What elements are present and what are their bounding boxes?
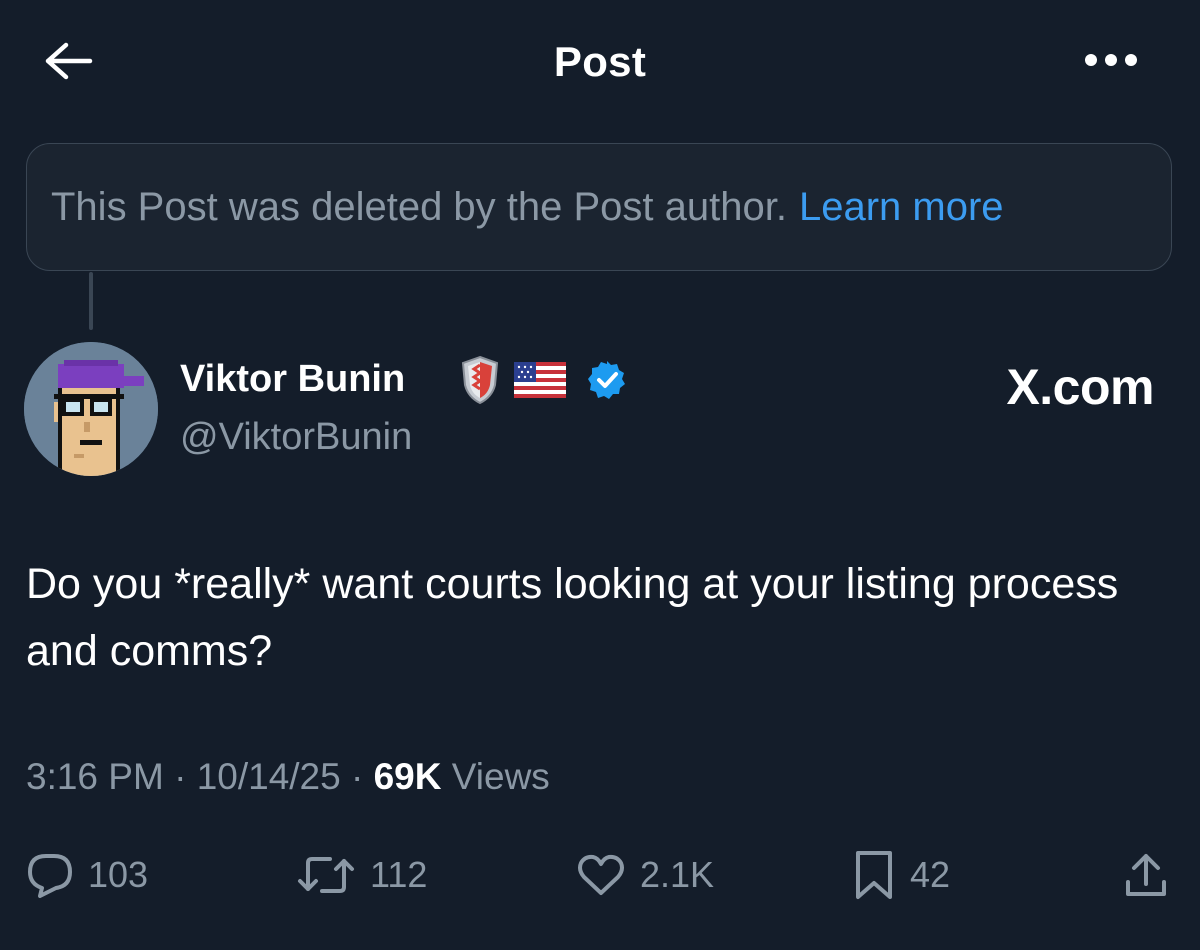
reply-icon: [26, 852, 74, 898]
page-title: Post: [553, 38, 647, 85]
deleted-notice-text: This Post was deleted by the Post author…: [51, 184, 787, 229]
bookmark-button[interactable]: 42: [852, 840, 950, 910]
separator: ·: [351, 756, 364, 797]
thread-connector-line: [89, 272, 93, 330]
bookmark-icon: [852, 849, 896, 901]
us-flag-icon: [514, 361, 566, 403]
post-metadata: 3:16 PM · 10/14/25 · 69K Views: [26, 756, 550, 798]
author-name[interactable]: Viktor Bunin: [180, 358, 405, 401]
top-app-bar: Post: [0, 0, 1200, 125]
xcom-watermark: X.com: [1006, 359, 1154, 415]
author-badges: [460, 355, 628, 409]
shield-emoji-icon: [460, 355, 500, 410]
share-button[interactable]: [1122, 840, 1170, 910]
author-handle[interactable]: @ViktorBunin: [180, 416, 412, 459]
share-icon: [1122, 850, 1170, 900]
heart-icon: [576, 853, 626, 897]
reply-count: 103: [88, 854, 149, 895]
separator: ·: [174, 756, 187, 797]
more-horizontal-icon: [1084, 53, 1138, 72]
repost-button[interactable]: 112: [296, 840, 427, 910]
post-time[interactable]: 3:16 PM: [26, 756, 164, 797]
pixel-avatar-image: [24, 342, 158, 476]
verified-badge-icon[interactable]: [586, 359, 628, 406]
views-label: Views: [451, 756, 550, 797]
avatar[interactable]: [24, 342, 158, 476]
views-count[interactable]: 69K: [374, 756, 442, 797]
post-text: Do you *really* want courts looking at y…: [26, 560, 1119, 675]
repost-count: 112: [370, 854, 428, 895]
post-date[interactable]: 10/14/25: [197, 756, 341, 797]
learn-more-link[interactable]: Learn more: [799, 185, 1004, 230]
bookmark-count: 42: [910, 854, 951, 895]
repost-icon: [296, 853, 356, 897]
deleted-post-notice: This Post was deleted by the Post author…: [26, 143, 1172, 271]
like-button[interactable]: 2.1K: [576, 840, 714, 910]
like-count: 2.1K: [640, 854, 715, 895]
action-bar: 103 112 2.1K 42: [0, 840, 1200, 910]
reply-button[interactable]: 103: [26, 840, 148, 910]
more-options-button[interactable]: [1078, 42, 1144, 82]
